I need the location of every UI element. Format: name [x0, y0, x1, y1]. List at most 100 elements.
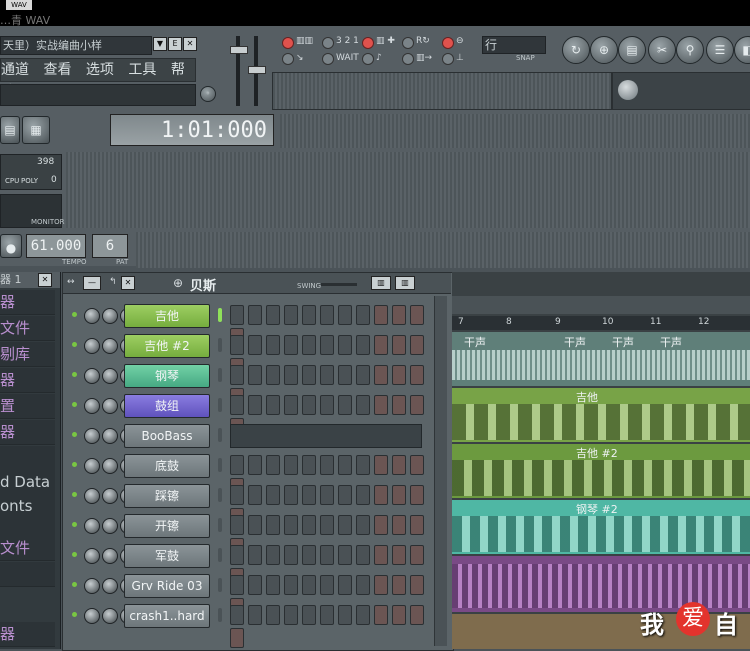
- browser-close-icon[interactable]: ✕: [38, 273, 52, 287]
- close-icon[interactable]: ✕: [183, 37, 197, 51]
- channel-mute-led[interactable]: [72, 582, 77, 587]
- step-button[interactable]: [338, 605, 352, 625]
- master-pitch-knob[interactable]: [248, 66, 266, 74]
- browser-item[interactable]: 器: [0, 420, 55, 445]
- undo-icon[interactable]: ↰: [109, 277, 117, 287]
- step-button[interactable]: [392, 515, 406, 535]
- browser-item[interactable]: 剔库: [0, 342, 55, 367]
- record-button[interactable]: ●: [0, 234, 22, 258]
- step-button[interactable]: [248, 305, 262, 325]
- step-button[interactable]: [266, 485, 280, 505]
- channel-select-indicator[interactable]: [218, 488, 222, 502]
- step-button[interactable]: [320, 605, 334, 625]
- step-button[interactable]: [374, 365, 388, 385]
- step-button[interactable]: [338, 335, 352, 355]
- step-button[interactable]: [302, 455, 316, 475]
- step-button[interactable]: [320, 335, 334, 355]
- tempo-display[interactable]: 61.000: [26, 234, 86, 258]
- step-button[interactable]: [392, 305, 406, 325]
- step-button[interactable]: [392, 335, 406, 355]
- save-icon[interactable]: E: [168, 37, 182, 51]
- browser-item[interactable]: 器: [0, 290, 55, 315]
- step-button[interactable]: [230, 365, 244, 385]
- channel-volume-knob[interactable]: [102, 518, 118, 534]
- pattern-number[interactable]: 6: [92, 234, 128, 258]
- step-button[interactable]: [392, 455, 406, 475]
- browser-item[interactable]: onts: [0, 494, 55, 519]
- new-project-icon[interactable]: ⊕: [590, 36, 618, 64]
- channel-select-indicator[interactable]: [218, 368, 222, 382]
- step-button[interactable]: [266, 395, 280, 415]
- step-button[interactable]: [230, 335, 244, 355]
- step-button[interactable]: [302, 605, 316, 625]
- step-button[interactable]: [374, 545, 388, 565]
- step-button[interactable]: [374, 485, 388, 505]
- step-button[interactable]: [374, 305, 388, 325]
- menu-view[interactable]: 查看: [43, 62, 71, 78]
- step-button[interactable]: [302, 485, 316, 505]
- guitar2-pattern-clip[interactable]: 吉他 #2: [452, 444, 750, 498]
- step-button[interactable]: [284, 575, 298, 595]
- search-icon[interactable]: ⚲: [676, 36, 704, 64]
- step-button[interactable]: [266, 365, 280, 385]
- step-button[interactable]: [266, 335, 280, 355]
- step-button[interactable]: [248, 455, 262, 475]
- channel-mute-led[interactable]: [72, 552, 77, 557]
- step-button[interactable]: [410, 395, 424, 415]
- channel-volume-knob[interactable]: [102, 488, 118, 504]
- step-button[interactable]: [302, 335, 316, 355]
- record-led[interactable]: [402, 37, 414, 49]
- step-button[interactable]: [410, 485, 424, 505]
- step-button[interactable]: [410, 305, 424, 325]
- step-button[interactable]: [356, 545, 370, 565]
- blend-led[interactable]: [282, 53, 294, 65]
- channel-volume-knob[interactable]: [102, 368, 118, 384]
- channel-select-indicator[interactable]: [218, 308, 222, 322]
- overdub-icon[interactable]: ▥→: [416, 53, 432, 63]
- step-button[interactable]: [230, 455, 244, 475]
- metro-icon[interactable]: ⊥: [456, 53, 464, 63]
- drum-pattern-clip[interactable]: [452, 556, 750, 612]
- channel-select-indicator[interactable]: [218, 398, 222, 412]
- step-button[interactable]: [266, 545, 280, 565]
- channel-select-indicator[interactable]: [218, 458, 222, 472]
- channel-volume-knob[interactable]: [102, 578, 118, 594]
- loop-led[interactable]: [442, 37, 454, 49]
- channel-volume-knob[interactable]: [102, 458, 118, 474]
- channel-volume-knob[interactable]: [102, 608, 118, 624]
- record-icon[interactable]: R↻: [416, 36, 430, 46]
- channel-select-indicator[interactable]: [218, 518, 222, 532]
- step-button[interactable]: [392, 365, 406, 385]
- channel-button[interactable]: 底鼓: [124, 454, 210, 478]
- channel-button[interactable]: Grv Ride 03: [124, 574, 210, 598]
- channel-pan-knob[interactable]: [84, 608, 100, 624]
- step-button[interactable]: [230, 628, 244, 648]
- step-edit-icon[interactable]: ▥ ✚: [376, 36, 395, 46]
- loop-icon[interactable]: ⊖: [456, 36, 464, 46]
- step-button[interactable]: [284, 515, 298, 535]
- channel-pan-knob[interactable]: [84, 548, 100, 564]
- channel-volume-knob[interactable]: [102, 548, 118, 564]
- channel-pan-knob[interactable]: [84, 398, 100, 414]
- swing-slider[interactable]: [321, 283, 357, 286]
- step-edit-led[interactable]: [362, 37, 374, 49]
- punch-led[interactable]: [362, 53, 374, 65]
- step-button[interactable]: [302, 365, 316, 385]
- document-icon[interactable]: ☰: [706, 36, 734, 64]
- step-button[interactable]: [248, 365, 262, 385]
- step-button[interactable]: [356, 395, 370, 415]
- step-button[interactable]: [284, 335, 298, 355]
- step-button[interactable]: [320, 575, 334, 595]
- resize-icon[interactable]: ↔: [67, 277, 75, 287]
- step-button[interactable]: [374, 335, 388, 355]
- step-button[interactable]: [302, 575, 316, 595]
- step-button[interactable]: [230, 515, 244, 535]
- step-button[interactable]: [248, 545, 262, 565]
- step-button[interactable]: [356, 365, 370, 385]
- channel-pan-knob[interactable]: [84, 458, 100, 474]
- browser-item[interactable]: d Data: [0, 470, 55, 495]
- step-button[interactable]: [392, 545, 406, 565]
- piano2-pattern-clip[interactable]: 钢琴 #2: [452, 500, 750, 554]
- menu-channels[interactable]: 通道: [1, 62, 29, 78]
- browser-item[interactable]: [0, 446, 55, 471]
